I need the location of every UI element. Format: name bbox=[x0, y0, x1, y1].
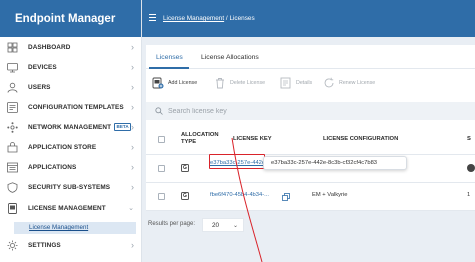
chevron-right-icon: › bbox=[131, 102, 134, 112]
details-icon bbox=[280, 77, 291, 89]
chevron-right-icon: › bbox=[131, 182, 134, 192]
tab-bar: Licenses License Allocations bbox=[146, 45, 475, 69]
sidebar-item-applications[interactable]: APPLICATIONS › bbox=[0, 158, 142, 176]
breadcrumb-current: Licenses bbox=[229, 15, 255, 22]
sidebar-item-label: SECURITY SUB-SYSTEMS bbox=[28, 183, 111, 191]
devices-icon bbox=[7, 62, 18, 72]
row-checkbox[interactable] bbox=[158, 193, 165, 200]
license-key-highlight bbox=[209, 154, 265, 169]
top-bar: License Management / Licenses bbox=[142, 0, 475, 37]
search-input[interactable] bbox=[168, 105, 368, 117]
search-bar bbox=[146, 102, 475, 120]
column-allocation-type: ALLOCATION TYPE bbox=[181, 132, 219, 145]
users-icon bbox=[7, 82, 18, 93]
chevron-right-icon: › bbox=[131, 82, 134, 92]
add-license-label: Add License bbox=[168, 80, 198, 86]
sidebar-subitem-label: License Management bbox=[29, 224, 89, 231]
breadcrumb: License Management / Licenses bbox=[163, 15, 255, 22]
sidebar-item-settings[interactable]: SETTINGS › bbox=[0, 236, 142, 254]
chevron-right-icon: › bbox=[131, 240, 134, 250]
sidebar-item-label: DEVICES bbox=[28, 63, 57, 71]
results-per-page-value: 20 bbox=[212, 222, 220, 229]
sidebar: Endpoint Manager DASHBOARD › DEVICES › U… bbox=[0, 0, 142, 262]
license-key-tooltip: e37ba33c-257e-442e-8c3b-cf32cf4c7b83 bbox=[263, 156, 407, 170]
trash-icon bbox=[216, 78, 224, 89]
chevron-down-icon: ⌄ bbox=[128, 205, 134, 212]
table-header: ALLOCATION TYPE LICENSE KEY LICENSE CONF… bbox=[146, 123, 475, 155]
tooltip-text: e37ba33c-257e-442e-8c3b-cf32cf4c7b83 bbox=[271, 160, 378, 166]
templates-icon bbox=[7, 101, 18, 113]
row-checkbox[interactable] bbox=[158, 165, 165, 172]
chevron-right-icon: › bbox=[131, 62, 134, 72]
allocation-type-badge: G bbox=[181, 164, 189, 172]
sidebar-item-network-management[interactable]: NETWORK MANAGEMENT BETA › bbox=[0, 118, 142, 136]
menu-icon[interactable] bbox=[149, 14, 156, 21]
sidebar-item-application-store[interactable]: APPLICATION STORE › bbox=[0, 138, 142, 156]
sidebar-item-configuration-templates[interactable]: CONFIGURATION TEMPLATES › bbox=[0, 98, 142, 116]
status-icon bbox=[467, 164, 475, 172]
sidebar-item-users[interactable]: USERS › bbox=[0, 78, 142, 96]
chevron-right-icon: › bbox=[131, 42, 134, 52]
sidebar-item-license-management[interactable]: LICENSE MANAGEMENT ⌄ bbox=[0, 199, 142, 217]
store-icon bbox=[7, 141, 18, 152]
sidebar-item-label: CONFIGURATION TEMPLATES bbox=[28, 103, 124, 111]
applications-icon bbox=[7, 162, 18, 172]
chevron-right-icon: › bbox=[131, 162, 134, 172]
renew-icon bbox=[324, 77, 334, 88]
sidebar-item-security-sub-systems[interactable]: SECURITY SUB-SYSTEMS › bbox=[0, 178, 142, 196]
results-per-page-label: Results per page: bbox=[148, 221, 196, 227]
sidebar-item-label: DASHBOARD bbox=[28, 43, 71, 51]
results-per-page-select[interactable]: 20 ⌄ bbox=[202, 218, 244, 232]
chevron-right-icon: › bbox=[131, 122, 134, 132]
tab-license-allocations[interactable]: License Allocations bbox=[201, 54, 259, 61]
copy-icon[interactable] bbox=[282, 193, 290, 201]
breadcrumb-parent-link[interactable]: License Management bbox=[163, 15, 224, 22]
network-icon bbox=[7, 121, 18, 133]
allocation-type-badge: G bbox=[181, 192, 189, 200]
sidebar-item-label: USERS bbox=[28, 83, 51, 91]
chevron-down-icon: ⌄ bbox=[233, 223, 239, 229]
renew-license-button[interactable]: Renew License bbox=[323, 72, 375, 94]
sidebar-item-devices[interactable]: DEVICES › bbox=[0, 58, 142, 76]
active-tab-indicator bbox=[149, 67, 189, 69]
column-status: S bbox=[467, 136, 471, 142]
sidebar-item-label: LICENSE MANAGEMENT bbox=[28, 204, 106, 212]
table-row[interactable]: G fbe6f470-45b4-4b34-... EM + Valkyrie 1 bbox=[146, 183, 475, 211]
dashboard-icon bbox=[7, 42, 18, 52]
toolbar: Add License Delete License Details Renew… bbox=[146, 72, 475, 94]
tab-licenses[interactable]: Licenses bbox=[156, 54, 183, 61]
column-license-configuration: LICENSE CONFIGURATION bbox=[323, 136, 399, 142]
app-title: Endpoint Manager bbox=[0, 0, 141, 37]
licenses-panel: Licenses License Allocations Add License… bbox=[146, 45, 475, 211]
delete-license-button[interactable]: Delete License bbox=[214, 72, 265, 94]
details-button[interactable]: Details bbox=[280, 72, 312, 94]
details-label: Details bbox=[296, 80, 313, 86]
select-all-checkbox[interactable] bbox=[158, 136, 165, 143]
sidebar-item-label: SETTINGS bbox=[28, 241, 61, 249]
shield-icon bbox=[7, 181, 18, 193]
gear-icon bbox=[7, 240, 18, 250]
renew-license-label: Renew License bbox=[339, 80, 376, 86]
beta-badge: BETA bbox=[114, 123, 132, 131]
column-license-key: LICENSE KEY bbox=[233, 136, 272, 142]
add-license-icon bbox=[152, 77, 164, 89]
add-license-button[interactable]: Add License bbox=[152, 72, 197, 94]
extra-column-cell: 1 bbox=[467, 192, 471, 198]
license-icon bbox=[8, 202, 17, 214]
chevron-right-icon: › bbox=[131, 142, 134, 152]
delete-license-label: Delete License bbox=[230, 80, 266, 86]
sidebar-item-label: NETWORK MANAGEMENT bbox=[28, 123, 112, 131]
sidebar-item-label: APPLICATIONS bbox=[28, 163, 77, 171]
breadcrumb-separator: / bbox=[225, 15, 228, 22]
sidebar-subitem-license-management[interactable]: License Management bbox=[14, 222, 136, 234]
license-key-link[interactable]: fbe6f470-45b4-4b34-... bbox=[210, 192, 269, 198]
search-icon bbox=[155, 107, 163, 115]
sidebar-item-dashboard[interactable]: DASHBOARD › bbox=[0, 38, 142, 56]
license-configuration-cell: EM + Valkyrie bbox=[312, 192, 348, 198]
sidebar-item-label: APPLICATION STORE bbox=[28, 143, 97, 151]
